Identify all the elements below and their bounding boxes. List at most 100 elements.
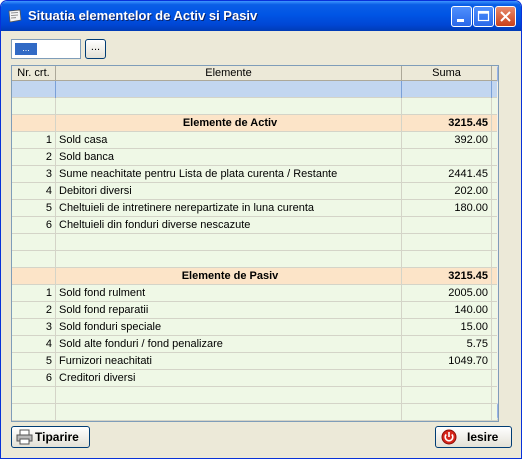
cell-element: Cheltuieli de intretinere nerepartizate … bbox=[56, 200, 402, 217]
maximize-icon bbox=[477, 10, 490, 22]
cell-suma bbox=[402, 387, 492, 404]
cell-nr bbox=[12, 387, 56, 404]
cell-element bbox=[56, 98, 402, 115]
column-header-suma[interactable]: Suma bbox=[402, 66, 492, 80]
cell-nr bbox=[12, 98, 56, 115]
cell-suma bbox=[402, 370, 492, 387]
cell-element: Sold fond rulment bbox=[56, 285, 402, 302]
table-row[interactable]: 2 Sold fond reparatii 140.00 bbox=[12, 302, 498, 319]
table-row[interactable]: 6 Cheltuieli din fonduri diverse nescazut… bbox=[12, 217, 498, 234]
table-row[interactable]: 6 Creditori diversi bbox=[12, 370, 498, 387]
cell-nr: 2 bbox=[12, 302, 56, 319]
elements-grid: Nr. crt. Elemente Suma Elemente de Activ… bbox=[11, 65, 499, 422]
vertical-scrollbar[interactable] bbox=[497, 66, 499, 419]
section-row[interactable]: Elemente de Activ 3215.45 bbox=[12, 115, 498, 132]
cell-nr: 1 bbox=[12, 285, 56, 302]
window-title: Situatia elementelor de Activ si Pasiv bbox=[28, 8, 258, 23]
table-row[interactable]: 5 Cheltuieli de intretinere nerepartizate… bbox=[12, 200, 498, 217]
cell-element: Sold alte fonduri / fond penalizare bbox=[56, 336, 402, 353]
cell-suma bbox=[402, 217, 492, 234]
cell-suma: 5.75 bbox=[402, 336, 492, 353]
cell-nr bbox=[12, 234, 56, 251]
grid-header: Nr. crt. Elemente Suma bbox=[12, 66, 498, 81]
cell-element: Elemente de Pasiv bbox=[56, 268, 402, 285]
close-icon bbox=[500, 11, 511, 22]
cell-element: Sold casa bbox=[56, 132, 402, 149]
cell-suma: 392.00 bbox=[402, 132, 492, 149]
cell-element: Creditori diversi bbox=[56, 370, 402, 387]
cell-element bbox=[56, 387, 402, 404]
cell-nr bbox=[12, 268, 56, 285]
exit-button[interactable]: Iesire bbox=[435, 426, 512, 448]
table-row[interactable]: 4 Sold alte fonduri / fond penalizare 5.75 bbox=[12, 336, 498, 353]
cell-suma bbox=[402, 81, 492, 98]
cell-suma: 202.00 bbox=[402, 183, 492, 200]
main-window: Situatia elementelor de Activ si Pasiv .… bbox=[0, 0, 522, 459]
print-button[interactable]: Tiparire bbox=[11, 426, 90, 448]
cell-element: Sold fond reparatii bbox=[56, 302, 402, 319]
minimize-icon bbox=[457, 19, 464, 22]
maximize-button[interactable] bbox=[473, 6, 494, 27]
cell-nr bbox=[12, 404, 56, 421]
cell-nr: 2 bbox=[12, 149, 56, 166]
cell-nr: 4 bbox=[12, 336, 56, 353]
print-button-label: Tiparire bbox=[35, 430, 79, 444]
cell-element: Cheltuieli din fonduri diverse nescazute bbox=[56, 217, 402, 234]
cell-element: Sold fonduri speciale bbox=[56, 319, 402, 336]
cell-element bbox=[56, 404, 402, 421]
scroll-down-button[interactable] bbox=[497, 403, 498, 419]
cell-suma: 3215.45 bbox=[402, 268, 492, 285]
cell-suma: 180.00 bbox=[402, 200, 492, 217]
table-row[interactable] bbox=[12, 251, 498, 268]
power-icon bbox=[441, 429, 457, 445]
cell-suma bbox=[402, 251, 492, 268]
table-row[interactable] bbox=[12, 81, 498, 98]
cell-nr: 6 bbox=[12, 217, 56, 234]
cell-suma: 15.00 bbox=[402, 319, 492, 336]
browse-button[interactable]: ... bbox=[85, 39, 106, 59]
table-row[interactable] bbox=[12, 234, 498, 251]
cell-nr: 4 bbox=[12, 183, 56, 200]
column-header-nr[interactable]: Nr. crt. bbox=[12, 66, 56, 80]
cell-suma bbox=[402, 149, 492, 166]
chevron-up-icon bbox=[498, 67, 499, 81]
cell-nr bbox=[12, 81, 56, 98]
window-app-icon bbox=[8, 9, 22, 23]
cell-suma bbox=[402, 404, 492, 421]
table-row[interactable] bbox=[12, 387, 498, 404]
cell-element: Sume neachitate pentru Lista de plata cu… bbox=[56, 166, 402, 183]
scroll-up-button[interactable] bbox=[497, 66, 499, 82]
exit-button-label: Iesire bbox=[467, 430, 499, 444]
table-row[interactable] bbox=[12, 98, 498, 115]
table-row[interactable] bbox=[12, 404, 498, 421]
table-row[interactable]: 4 Debitori diversi 202.00 bbox=[12, 183, 498, 200]
table-row[interactable]: 1 Sold fond rulment 2005.00 bbox=[12, 285, 498, 302]
cell-suma: 3215.45 bbox=[402, 115, 492, 132]
close-button[interactable] bbox=[495, 6, 516, 27]
cell-element: Debitori diversi bbox=[56, 183, 402, 200]
cell-element bbox=[56, 81, 402, 98]
section-row[interactable]: Elemente de Pasiv 3215.45 bbox=[12, 268, 498, 285]
table-row[interactable]: 3 Sume neachitate pentru Lista de plata c… bbox=[12, 166, 498, 183]
title-bar[interactable]: Situatia elementelor de Activ si Pasiv bbox=[1, 1, 521, 31]
window-body: ... ... Nr. crt. Elemente Suma Elemente … bbox=[5, 31, 517, 455]
cell-nr: 3 bbox=[12, 319, 56, 336]
cell-element bbox=[56, 251, 402, 268]
date-field[interactable]: ... bbox=[11, 39, 81, 59]
table-row[interactable]: 2 Sold banca bbox=[12, 149, 498, 166]
cell-nr: 1 bbox=[12, 132, 56, 149]
cell-nr: 5 bbox=[12, 353, 56, 370]
cell-suma: 140.00 bbox=[402, 302, 492, 319]
table-row[interactable]: 1 Sold casa 392.00 bbox=[12, 132, 498, 149]
cell-element bbox=[56, 234, 402, 251]
table-row[interactable]: 3 Sold fonduri speciale 15.00 bbox=[12, 319, 498, 336]
cell-nr bbox=[12, 251, 56, 268]
column-header-elemente[interactable]: Elemente bbox=[56, 66, 402, 80]
printer-icon bbox=[16, 429, 33, 445]
table-row[interactable]: 5 Furnizori neachitati 1049.70 bbox=[12, 353, 498, 370]
cell-suma: 2005.00 bbox=[402, 285, 492, 302]
minimize-button[interactable] bbox=[451, 6, 472, 27]
cell-element: Elemente de Activ bbox=[56, 115, 402, 132]
cell-nr: 3 bbox=[12, 166, 56, 183]
cell-element: Sold banca bbox=[56, 149, 402, 166]
